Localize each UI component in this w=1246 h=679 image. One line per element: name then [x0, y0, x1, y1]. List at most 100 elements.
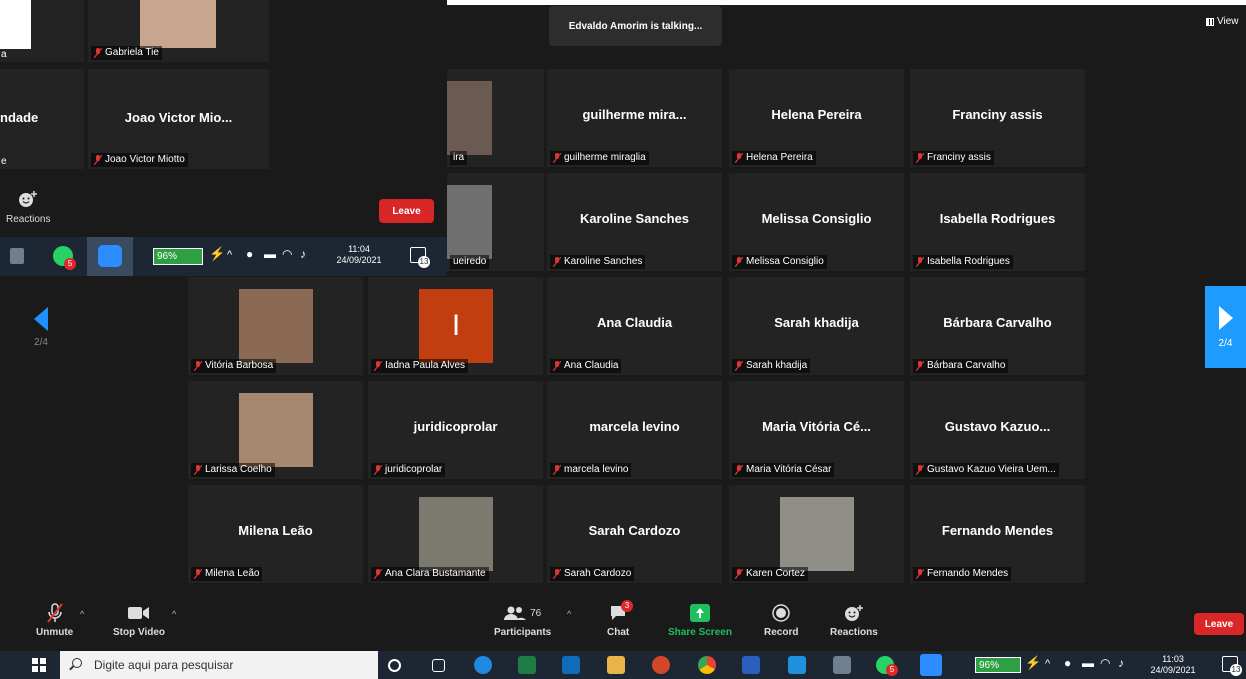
wifi-icon[interactable]: ◠	[1100, 657, 1110, 669]
participant-name-large: juridicoprolar	[413, 419, 498, 434]
mic-muted-icon	[735, 465, 743, 475]
powerpoint-icon[interactable]	[652, 656, 670, 674]
share-screen-button[interactable]: Share Screen	[668, 603, 732, 638]
participant-tile[interactable]: Fernando Mendes Fernando Mendes	[910, 485, 1085, 583]
chevron-up-icon[interactable]: ^	[227, 250, 232, 261]
next-page-button[interactable]: 2/4	[1205, 286, 1246, 368]
calculator-icon[interactable]	[833, 656, 851, 674]
previous-page-button[interactable]: 2/4	[14, 286, 68, 368]
participant-tile[interactable]: Melissa Consiglio Melissa Consiglio	[729, 173, 904, 271]
audio-options-caret[interactable]: ^	[80, 609, 84, 619]
arrow-left-icon	[34, 306, 48, 331]
participant-tile[interactable]: Ana Clara Bustamante	[368, 485, 543, 583]
mail-icon[interactable]	[788, 656, 806, 674]
participant-tile[interactable]: Gabriela Tie	[88, 0, 269, 62]
battery-indicator[interactable]: 96%	[153, 248, 203, 265]
notifications-count: 13	[418, 256, 430, 268]
overlay-leave-button[interactable]: Leave	[379, 199, 434, 223]
page-indicator-left: 2/4	[34, 336, 48, 348]
zoom-taskbar-button[interactable]	[87, 237, 133, 276]
unmute-button[interactable]: Unmute	[36, 603, 73, 638]
edge-browser-icon[interactable]	[474, 656, 492, 674]
clock-time: 11:03	[1162, 654, 1184, 664]
participant-tile[interactable]: ueiredo	[447, 173, 544, 271]
file-explorer-icon[interactable]	[607, 656, 625, 674]
cortana-icon[interactable]	[388, 659, 401, 672]
mic-muted-icon	[916, 257, 924, 267]
participant-tile[interactable]: Sarah khadija Sarah khadija	[729, 277, 904, 375]
participant-tile[interactable]: Karen Cortez	[729, 485, 904, 583]
participant-avatar: I	[419, 289, 493, 363]
participant-tile[interactable]: Larissa Coelho	[188, 381, 363, 479]
charging-icon: ⚡	[209, 246, 226, 261]
participant-tile[interactable]: Ana Claudia Ana Claudia	[547, 277, 722, 375]
participant-tile[interactable]: Vitória Barbosa	[188, 277, 363, 375]
video-options-caret[interactable]: ^	[172, 609, 176, 619]
participant-tile[interactable]: Franciny assis Franciny assis	[910, 69, 1085, 167]
participant-name-large: Fernando Mendes	[941, 523, 1054, 538]
participant-name-large: Helena Pereira	[771, 107, 862, 122]
participants-label: Participants	[494, 627, 552, 638]
participant-tile[interactable]: Milena Leão Milena Leão	[188, 485, 363, 583]
participant-tile[interactable]: Maria Vitória Cé... Maria Vitória César	[729, 381, 904, 479]
reactions-button[interactable]: Reactions	[830, 603, 878, 638]
participant-tile[interactable]: Gustavo Kazuo... Gustavo Kazuo Vieira Ue…	[910, 381, 1085, 479]
volume-icon[interactable]: ♪	[300, 248, 306, 260]
participant-video	[0, 0, 31, 49]
leave-button[interactable]: Leave	[1194, 613, 1244, 635]
overlay-taskbar: 5 96% ⚡ ^ ● ▬ ◠ ♪ 11:04 24/09/2021 13	[0, 237, 447, 276]
participant-tile[interactable]: Helena Pereira Helena Pereira	[729, 69, 904, 167]
chrome-icon[interactable]	[698, 656, 716, 674]
excel-icon[interactable]	[518, 656, 536, 674]
whatsapp-badge: 5	[64, 258, 76, 270]
word-icon[interactable]	[742, 656, 760, 674]
outlook-icon[interactable]	[562, 656, 580, 674]
participant-tile[interactable]: Karoline Sanches Karoline Sanches	[547, 173, 722, 271]
overlay-reactions-button[interactable]: Reactions	[6, 190, 50, 225]
participant-tile[interactable]: guilherme mira... guilherme miraglia	[547, 69, 722, 167]
participant-label: a	[1, 49, 7, 60]
wifi-icon[interactable]: ◠	[282, 248, 292, 260]
participant-name-large: Maria Vitória Cé...	[762, 419, 871, 434]
participant-tile[interactable]: I Iadna Paula Alves	[368, 277, 543, 375]
notifications-count: 13	[1230, 664, 1242, 676]
battery-indicator[interactable]: 96%	[975, 657, 1021, 673]
task-view-icon[interactable]	[432, 659, 445, 672]
participant-tile[interactable]: a	[0, 0, 84, 62]
mic-muted-icon	[194, 361, 202, 371]
mic-muted-icon	[553, 569, 561, 579]
participant-tile[interactable]: marcela levino marcela levino	[547, 381, 722, 479]
calculator-icon[interactable]	[10, 248, 24, 264]
participant-tile[interactable]: ndade e	[0, 69, 84, 169]
participant-tile[interactable]: juridicoprolar juridicoprolar	[368, 381, 543, 479]
zoom-meeting-window: Edvaldo Amorim is talking... View 2/4 2/…	[0, 0, 1246, 679]
participant-tile[interactable]: ira	[447, 69, 544, 167]
participants-button[interactable]: 76 Participants	[494, 603, 551, 638]
windows-start-icon[interactable]	[32, 658, 46, 672]
chat-unread-badge: 3	[621, 600, 633, 612]
unmute-label: Unmute	[36, 627, 74, 638]
participant-tile[interactable]: Joao Victor Mio... Joao Victor Miotto	[88, 69, 269, 169]
stop-video-button[interactable]: Stop Video	[113, 603, 165, 638]
network-icon[interactable]: ▬	[1082, 657, 1094, 669]
participant-name-large: Gustavo Kazuo...	[944, 419, 1051, 434]
record-button[interactable]: Record	[764, 603, 798, 638]
participant-label: Bárbara Carvalho	[913, 359, 1009, 373]
clock[interactable]: 11:04 24/09/2021	[336, 244, 382, 266]
participant-tile[interactable]: Sarah Cardozo Sarah Cardozo	[547, 485, 722, 583]
participants-count: 76	[530, 607, 542, 619]
volume-icon[interactable]: ♪	[1118, 657, 1124, 669]
chevron-up-icon[interactable]: ^	[1045, 659, 1050, 670]
chat-label: Chat	[607, 627, 630, 638]
zoom-icon[interactable]	[920, 654, 942, 676]
network-icon[interactable]: ▬	[264, 248, 276, 260]
view-button[interactable]: View	[1206, 16, 1239, 27]
participants-options-caret[interactable]: ^	[567, 609, 571, 619]
clock[interactable]: 11:03 24/09/2021	[1150, 654, 1196, 676]
taskbar-search-box[interactable]: Digite aqui para pesquisar	[60, 651, 378, 679]
whatsapp-badge: 5	[886, 664, 898, 676]
participant-label: Isabella Rodrigues	[913, 255, 1013, 269]
participant-tile[interactable]: Bárbara Carvalho Bárbara Carvalho	[910, 277, 1085, 375]
participant-tile[interactable]: Isabella Rodrigues Isabella Rodrigues	[910, 173, 1085, 271]
mic-muted-icon	[553, 153, 561, 163]
